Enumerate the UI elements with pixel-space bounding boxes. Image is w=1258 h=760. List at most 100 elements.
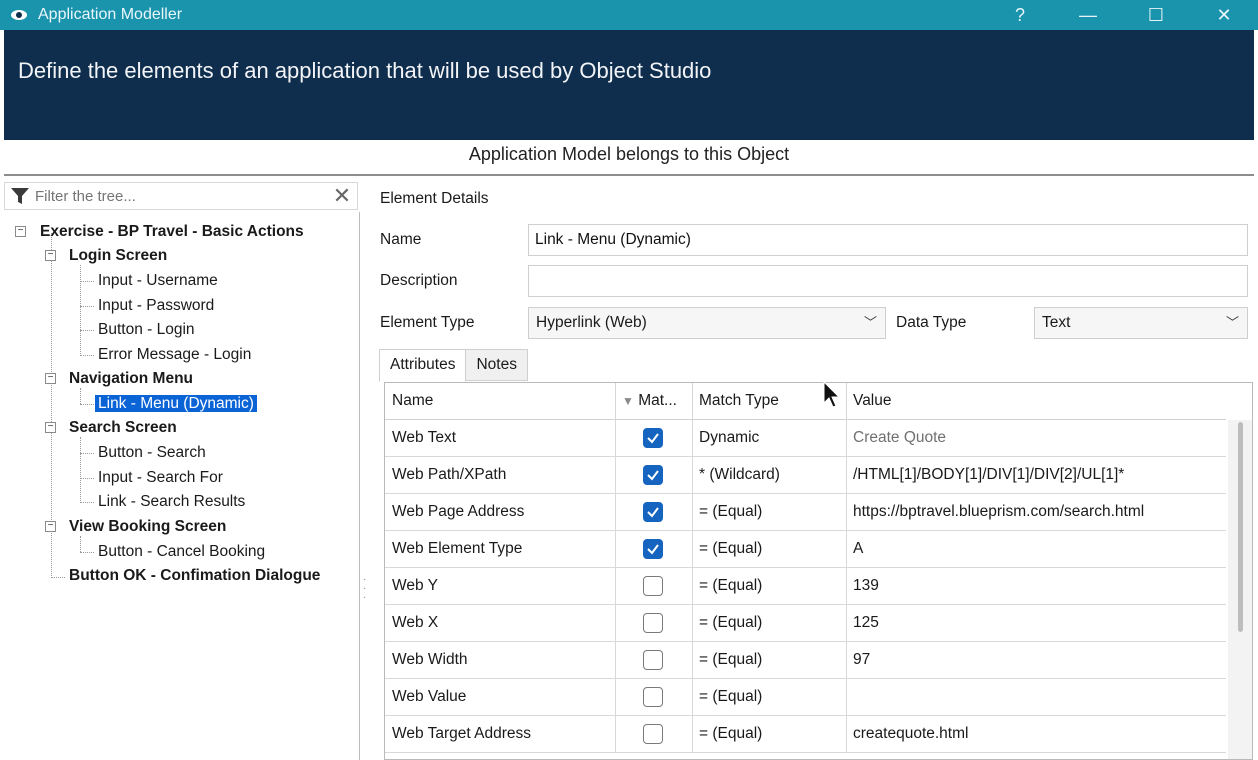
table-row[interactable]: Web Element Type = (Equal) A (385, 531, 1226, 568)
tree-filter: ✕ (4, 182, 358, 210)
help-button[interactable]: ? (986, 0, 1054, 30)
match-type-cell[interactable]: * (Wildcard) (692, 457, 846, 494)
table-row[interactable]: Web X = (Equal) 125 (385, 605, 1226, 642)
value-cell[interactable] (846, 679, 1226, 716)
match-checkbox-checked[interactable] (643, 465, 663, 485)
collapse-icon[interactable]: − (15, 226, 26, 237)
tree-item[interactable]: Input - Password (98, 295, 214, 317)
column-header-value[interactable]: Value (846, 383, 1226, 420)
table-row[interactable]: Web Y = (Equal) 139 (385, 568, 1226, 605)
attribute-name-cell: Web Path/XPath (392, 466, 507, 483)
tree-item[interactable]: Button - Cancel Booking (98, 541, 265, 563)
match-checkbox-unchecked[interactable] (643, 724, 663, 744)
maximize-button[interactable]: ☐ (1122, 0, 1190, 30)
mouse-cursor-icon (823, 381, 841, 408)
tree-connector (80, 536, 81, 552)
tree-group-login-screen[interactable]: Login Screen (69, 245, 167, 267)
tree-group-search-screen[interactable]: Search Screen (69, 417, 177, 439)
match-checkbox-unchecked[interactable] (643, 650, 663, 670)
tab-notes[interactable]: Notes (465, 349, 528, 381)
tree-connector (80, 330, 94, 331)
tree-item[interactable]: Input - Search For (98, 467, 223, 489)
match-checkbox-checked[interactable] (643, 502, 663, 522)
match-type-cell[interactable]: Dynamic (692, 420, 846, 457)
value-cell[interactable]: Create Quote (846, 420, 1226, 457)
match-type-cell[interactable]: = (Equal) (692, 494, 846, 531)
tree-item[interactable]: Link - Search Results (98, 491, 245, 513)
match-type-cell[interactable]: = (Equal) (692, 605, 846, 642)
value-cell[interactable]: A (846, 531, 1226, 568)
value-cell[interactable]: 125 (846, 605, 1226, 642)
minimize-button[interactable]: — (1054, 0, 1122, 30)
filter-icon (11, 188, 29, 204)
table-row[interactable]: Web Text Dynamic Create Quote (385, 420, 1226, 457)
column-divider (615, 420, 616, 457)
collapse-icon[interactable]: − (45, 521, 56, 532)
table-row[interactable]: Web Value = (Equal) (385, 679, 1226, 716)
grid-header: Name ▼ Mat... Match Type Value (385, 383, 1226, 420)
tree-filter-input[interactable] (35, 187, 325, 205)
collapse-icon[interactable]: − (45, 422, 56, 433)
collapse-icon[interactable]: − (45, 373, 56, 384)
app-eye-icon (11, 10, 27, 20)
match-checkbox-unchecked[interactable] (643, 687, 663, 707)
name-field[interactable] (528, 224, 1248, 256)
match-checkbox-unchecked[interactable] (643, 576, 663, 596)
element-type-select[interactable]: Hyperlink (Web) ﹀ (528, 307, 886, 339)
match-type-cell[interactable]: = (Equal) (692, 716, 846, 753)
tree-item-ok-button[interactable]: Button OK - Confimation Dialogue (69, 565, 320, 587)
description-field[interactable] (528, 265, 1248, 297)
tree-item[interactable]: Button - Login (98, 319, 195, 341)
clear-filter-icon[interactable]: ✕ (331, 183, 353, 208)
table-row[interactable]: Web Page Address = (Equal) https://bptrave… (385, 494, 1226, 531)
match-type-cell[interactable]: = (Equal) (692, 568, 846, 605)
column-header-match[interactable]: ▼ Mat... (616, 383, 692, 420)
splitter-handle[interactable]: · · · (363, 575, 369, 603)
attributes-grid: Name ▼ Mat... Match Type Value Web Text D… (384, 382, 1253, 760)
details-tabs: Attributes Notes (379, 349, 528, 382)
tree-item-selected[interactable]: Link - Menu (Dynamic) (95, 393, 257, 415)
value-cell[interactable]: /HTML[1]/BODY[1]/DIV[1]/DIV[2]/UL[1]* (846, 457, 1226, 494)
tree-item[interactable]: Input - Username (98, 270, 218, 292)
attribute-name-cell: Web Element Type (392, 540, 523, 557)
tree-connector (80, 437, 81, 503)
tree-connector (80, 502, 94, 503)
column-header-name[interactable]: Name (385, 383, 615, 420)
table-row[interactable]: Web Target Address = (Equal) createquote.h… (385, 716, 1226, 753)
checkmark-icon (647, 433, 659, 444)
tree-group-view-booking-screen[interactable]: View Booking Screen (69, 516, 226, 538)
tree-item[interactable]: Error Message - Login (98, 344, 251, 366)
scroll-thumb[interactable] (1238, 422, 1243, 632)
match-type-cell[interactable]: = (Equal) (692, 531, 846, 568)
collapse-icon[interactable]: − (45, 250, 56, 261)
table-row[interactable]: Web Width = (Equal) 97 (385, 642, 1226, 679)
tree-group-navigation-menu[interactable]: Navigation Menu (69, 368, 193, 390)
data-type-value: Text (1042, 314, 1071, 331)
tree-connector (80, 306, 94, 307)
name-label: Name (380, 231, 422, 248)
element-details-title: Element Details (380, 190, 489, 207)
data-type-select[interactable]: Text ﹀ (1034, 307, 1248, 339)
value-cell[interactable]: 139 (846, 568, 1226, 605)
value-cell[interactable]: https://bptravel.blueprism.com/search.ht… (846, 494, 1226, 531)
chevron-down-icon: ﹀ (863, 315, 877, 330)
match-checkbox-unchecked[interactable] (643, 613, 663, 633)
description-label: Description (380, 272, 458, 289)
grid-scrollbar[interactable] (1228, 420, 1252, 759)
value-cell[interactable]: createquote.html (846, 716, 1226, 753)
tree-connector (80, 281, 94, 282)
close-button[interactable]: ✕ (1190, 0, 1258, 30)
column-divider (615, 568, 616, 605)
match-checkbox-checked[interactable] (643, 428, 663, 448)
table-row[interactable]: Web Path/XPath * (Wildcard)/HTML[1]/BODY[… (385, 457, 1226, 494)
tree-root[interactable]: Exercise - BP Travel - Basic Actions (40, 221, 304, 243)
match-type-cell[interactable]: = (Equal) (692, 679, 846, 716)
value-cell[interactable]: 97 (846, 642, 1226, 679)
tree-item[interactable]: Button - Search (98, 442, 206, 464)
object-label: Application Model belongs to this Object (468, 144, 790, 164)
match-type-cell[interactable]: = (Equal) (692, 642, 846, 679)
chevron-down-icon: ﹀ (1225, 315, 1239, 330)
column-divider (615, 494, 616, 531)
match-checkbox-checked[interactable] (643, 539, 663, 559)
tab-attributes[interactable]: Attributes (379, 349, 467, 382)
